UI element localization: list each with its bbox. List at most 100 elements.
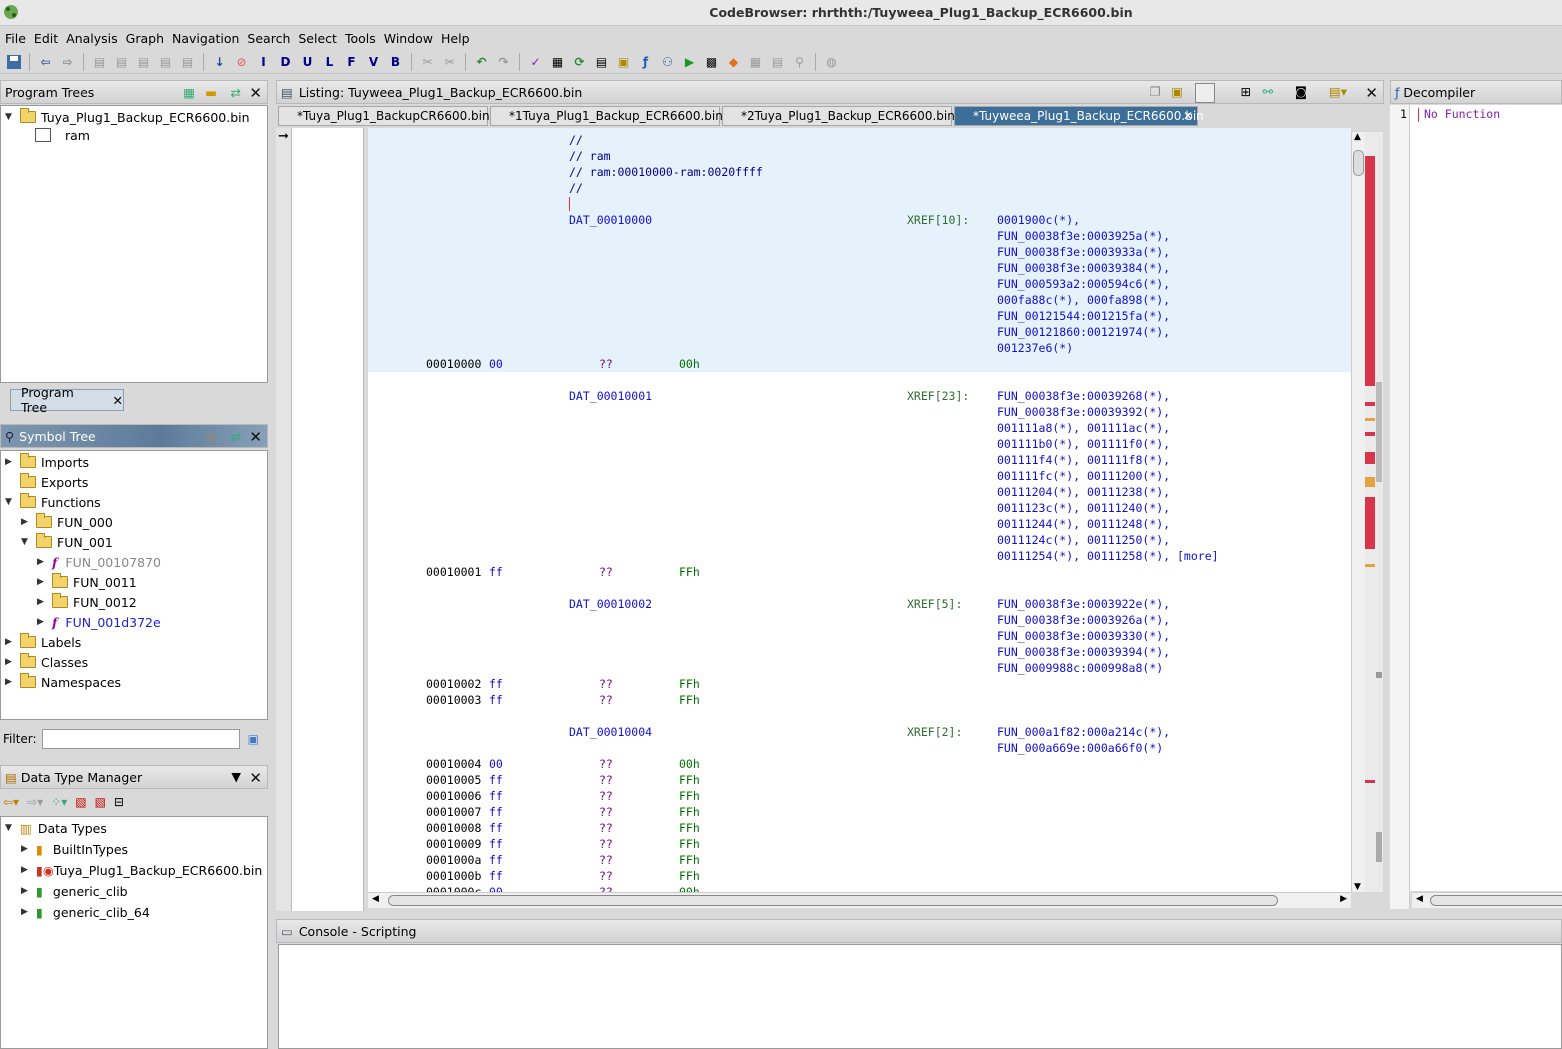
address[interactable]: 0001000c (426, 884, 481, 892)
scroll-thumb[interactable] (1353, 150, 1364, 176)
symbol-fun-00107870[interactable]: ▶ f FUN_00107870 (37, 552, 161, 572)
label-dat-00010000[interactable]: DAT_00010000 (569, 212, 652, 228)
xref-entry[interactable]: 001111b0(*), 001111f0(*), (997, 436, 1170, 452)
menu-search[interactable]: Search (244, 31, 293, 46)
xref-entry[interactable]: 001111f4(*), 001111f8(*), (997, 452, 1170, 468)
filter-arrays-icon[interactable]: ▧ (75, 795, 86, 809)
tab-tuya-plug1-backup[interactable]: *Tuya_Plug1_BackupCR6600.bin (278, 106, 490, 126)
dt-program[interactable]: ▶ ▮◉ Tuya_Plug1_Backup_ECR6600.bin (21, 860, 262, 880)
scroll-right-icon[interactable]: ▶ (1340, 894, 1347, 904)
close-tab-icon[interactable]: ✕ (1183, 109, 1193, 123)
address[interactable]: 00010006 (426, 788, 481, 804)
label-dat-00010002[interactable]: DAT_00010002 (569, 596, 652, 612)
sync-icon[interactable]: ⇄ (231, 429, 241, 444)
emulator-icon[interactable]: ▩ (701, 52, 722, 72)
menu-analysis[interactable]: Analysis (63, 31, 121, 46)
xref-entry[interactable]: FUN_00038f3e:0003926a(*), (997, 612, 1170, 628)
nav-data-icon[interactable]: ▤ (133, 52, 154, 72)
data-type-icon[interactable]: ▣ (613, 52, 634, 72)
scroll-up-icon[interactable]: ▲ (1354, 132, 1361, 142)
address[interactable]: 00010003 (426, 692, 481, 708)
snapshot-icon[interactable]: ◙ (1295, 84, 1307, 99)
menu-tools[interactable]: Tools (342, 31, 379, 46)
address[interactable]: 00010001 (426, 564, 481, 580)
close-icon[interactable]: ✕ (249, 84, 262, 102)
cut-icon[interactable]: ✂ (417, 52, 438, 72)
menu-graph[interactable]: Graph (123, 31, 167, 46)
address[interactable]: 00010009 (426, 836, 481, 852)
overview-marker-bar[interactable] (1365, 132, 1383, 892)
xref-entry[interactable]: FUN_0009988c:000998a8(*) (997, 660, 1163, 676)
symbol-fun-0012[interactable]: ▶ FUN_0012 (37, 592, 137, 612)
undo-icon[interactable]: ↶ (471, 52, 492, 72)
symbol-exports[interactable]: Exports (5, 472, 88, 492)
xref-entry[interactable]: 0011124c(*), 00111250(*), (997, 532, 1170, 548)
check-icon[interactable]: ✓ (525, 52, 546, 72)
xref-entry[interactable]: 001237e6(*) (997, 340, 1073, 356)
xref-entry[interactable]: 00111254(*), 00111258(*), [more] (997, 548, 1219, 564)
next-value-icon[interactable]: V (363, 52, 384, 72)
xref-entry[interactable]: FUN_000593a2:000594c6(*), (997, 276, 1170, 292)
h-scroll-thumb[interactable] (388, 895, 1278, 906)
table-icon[interactable]: ▦ (745, 52, 766, 72)
diff-icon[interactable]: ⚯ (1263, 84, 1273, 99)
expand-icon[interactable]: ▼ (5, 112, 15, 122)
diamond-icon[interactable]: ◆ (723, 52, 744, 72)
tree-icon[interactable]: ⚲ (789, 52, 810, 72)
xref-entry[interactable]: FUN_00038f3e:0003925a(*), (997, 228, 1170, 244)
next-instruction-icon[interactable]: I (253, 52, 274, 72)
h-scroll-thumb[interactable] (1430, 895, 1562, 906)
listing-content[interactable]: // // ram // ram:00010000-ram:0020ffff /… (368, 128, 1351, 892)
cursor-mode-icon[interactable] (1195, 83, 1215, 103)
new-tree-icon[interactable]: ▦ (183, 85, 195, 100)
label-dat-00010004[interactable]: DAT_00010004 (569, 724, 652, 740)
next-bookmark-icon[interactable]: B (385, 52, 406, 72)
xref-entry[interactable]: 0011123c(*), 00111240(*), (997, 500, 1170, 516)
tab-tuyweea-plug1[interactable]: *Tuyweea_Plug1_Backup_ECR6600.bin ✕ (954, 106, 1204, 126)
run-icon[interactable]: ▶ (679, 52, 700, 72)
tab-2tuya-plug1[interactable]: *2Tuya_Plug1_Backup_ECR6600.bin (722, 106, 955, 126)
scroll-down-icon[interactable]: ▼ (1354, 882, 1361, 892)
options-icon[interactable]: ▤▾ (1329, 84, 1347, 99)
xref-entry[interactable]: 00111204(*), 00111238(*), (997, 484, 1170, 500)
edit-fields-icon[interactable]: ⊞ (1241, 84, 1251, 99)
nav-next-icon[interactable]: ▤ (111, 52, 132, 72)
data-types-root[interactable]: ▼ ▥ Data Types (5, 818, 107, 838)
open-folder-icon[interactable]: ▬ (205, 85, 217, 100)
forward-icon[interactable]: ⇨ (57, 52, 78, 72)
paste-icon[interactable]: ✂ (439, 52, 460, 72)
symbol-imports[interactable]: ▶ Imports (5, 452, 89, 472)
down-arrow-icon[interactable]: ↓ (209, 52, 230, 72)
listing-vertical-scrollbar[interactable]: ▲ ▼ (1351, 132, 1365, 892)
collapse-all-icon[interactable]: ⊟ (114, 795, 124, 809)
symbol-fun-000[interactable]: ▶ FUN_000 (21, 512, 113, 532)
xref-entry[interactable]: 000fa88c(*), 000fa898(*), (997, 292, 1170, 308)
dt-generic-clib-64[interactable]: ▶ ▮ generic_clib_64 (21, 902, 150, 922)
nav-function-icon[interactable]: ▤ (177, 52, 198, 72)
symbol-namespaces[interactable]: ▶ Namespaces (5, 672, 121, 692)
symbol-functions[interactable]: ▼ Functions (5, 492, 101, 512)
xref-entry[interactable]: 0001900c(*), (997, 212, 1080, 228)
menu-dropdown-icon[interactable]: ▼ (231, 769, 241, 784)
symbol-fun-001d372e[interactable]: ▶ f FUN_001d372e (37, 612, 161, 632)
xref-entry[interactable]: 00111244(*), 00111248(*), (997, 516, 1170, 532)
help-icon[interactable]: ◍ (821, 52, 842, 72)
xref-entry[interactable]: FUN_000a1f82:000a214c(*), (997, 724, 1170, 740)
label-dat-00010001[interactable]: DAT_00010001 (569, 388, 652, 404)
console-output[interactable] (278, 944, 1562, 1049)
xref-entry[interactable]: 001111a8(*), 001111ac(*), (997, 420, 1170, 436)
xref-entry[interactable]: FUN_00038f3e:00039268(*), (997, 388, 1170, 404)
filter-options-icon[interactable]: ▣ (248, 732, 259, 746)
close-tab-icon[interactable]: ✕ (113, 393, 123, 408)
next-undefined-icon[interactable]: U (297, 52, 318, 72)
menu-navigation[interactable]: Navigation (169, 31, 242, 46)
sync-icon[interactable]: ⇄ (231, 85, 241, 100)
symbol-labels[interactable]: ▶ Labels (5, 632, 81, 652)
nav-prev-icon[interactable]: ▤ (89, 52, 110, 72)
memory-map-icon[interactable]: ▤ (591, 52, 612, 72)
program-tree-tab[interactable]: Program Tree ✕ (10, 385, 124, 415)
copy-icon[interactable]: ❐ (1150, 84, 1161, 99)
symbol-fun-0011[interactable]: ▶ FUN_0011 (37, 572, 137, 592)
address[interactable]: 00010004 (426, 756, 481, 772)
dt-builtin[interactable]: ▶ ▮ BuiltInTypes (21, 839, 128, 859)
